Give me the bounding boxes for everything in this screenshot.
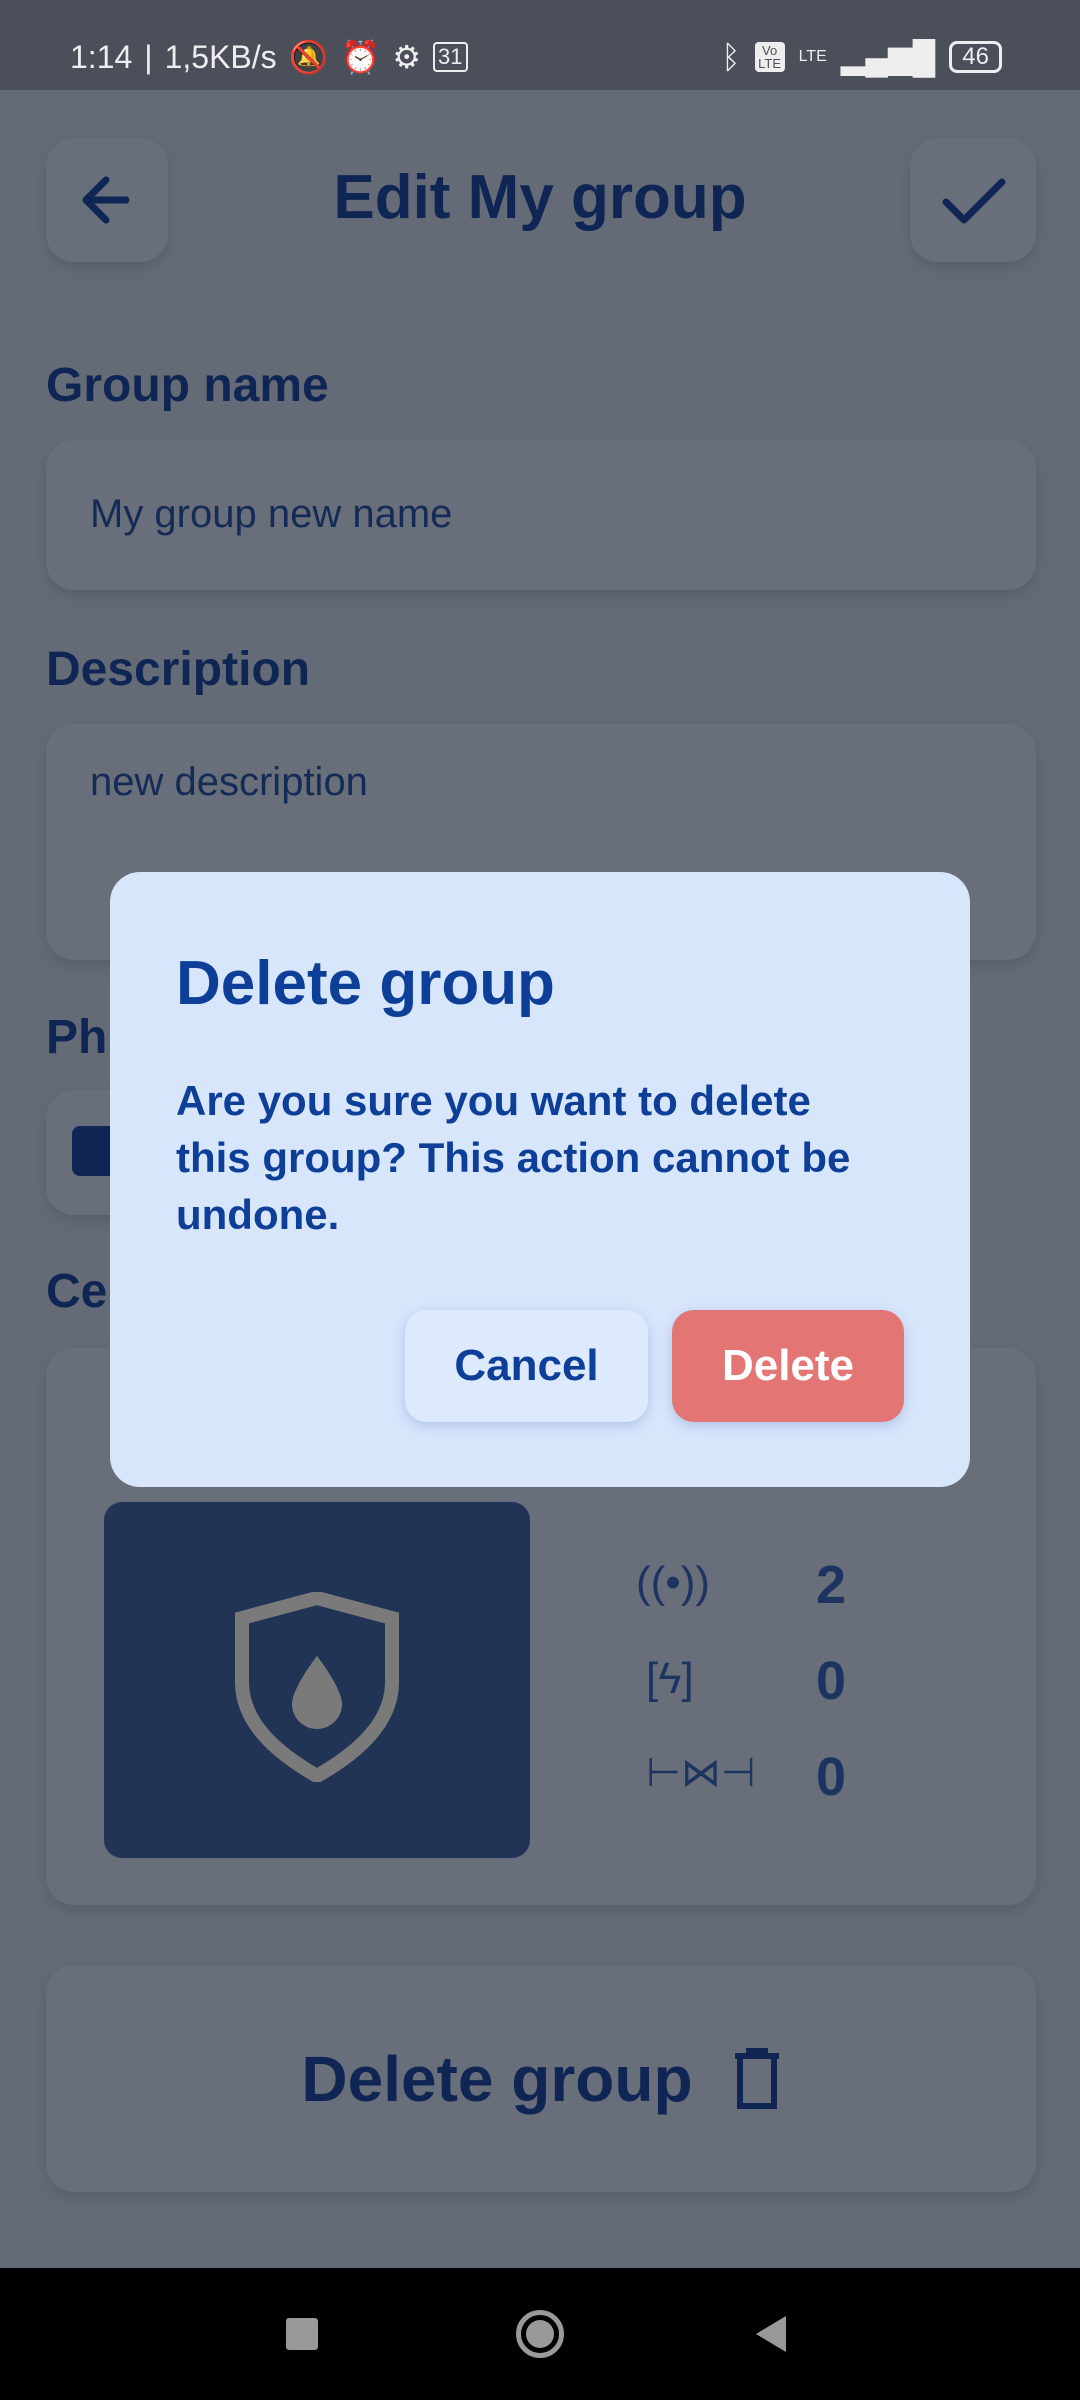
separator: | <box>144 38 153 75</box>
volte-icon: Vo LTE <box>754 42 785 72</box>
shield-drop-icon <box>235 1592 399 1782</box>
signal-icon: ▂▄▆█ <box>840 39 936 75</box>
delete-group-label: Delete group <box>301 2042 693 2115</box>
photo-label: Ph <box>46 1011 108 1064</box>
group-name-value: My group new name <box>90 492 453 536</box>
cancel-button[interactable]: Cancel <box>405 1310 648 1422</box>
save-button[interactable] <box>910 138 1036 262</box>
check-icon <box>942 178 1006 224</box>
battery-icon: 46 <box>949 41 1002 73</box>
description-label: Description <box>46 643 311 696</box>
alarm-icon: ⏰ <box>340 39 381 75</box>
navigation-bar <box>0 2268 1080 2400</box>
confirm-delete-button[interactable]: Delete <box>672 1310 904 1422</box>
trash-icon <box>734 2047 779 2109</box>
calendar-icon: 31 <box>433 42 468 72</box>
battery-charging-icon: [ϟ] <box>646 1654 694 1703</box>
dialog-message: Are you sure you want to delete this gro… <box>176 1077 851 1238</box>
description-value: new description <box>90 760 368 804</box>
sensor-icon: ((•)) <box>636 1558 711 1607</box>
home-button[interactable] <box>516 2310 564 2358</box>
leak-count: 0 <box>816 1747 847 1807</box>
sensor-count: 2 <box>816 1555 847 1615</box>
group-name-input[interactable]: My group new name <box>46 440 1036 590</box>
valve-leak-icon: ⊢⋈⊣ <box>646 1751 756 1795</box>
settings-icon: ⚙ <box>392 39 422 75</box>
delete-group-button[interactable]: Delete group <box>46 1965 1036 2192</box>
bluetooth-icon: ᛒ <box>721 38 741 75</box>
back-nav-button[interactable] <box>756 2316 786 2352</box>
mute-icon: 🔕 <box>288 39 329 75</box>
group-name-label: Group name <box>46 359 329 412</box>
dialog-title: Delete group <box>176 949 555 1018</box>
status-time: 1:14 <box>70 38 133 75</box>
center-label: Ce <box>46 1265 108 1318</box>
battery-count: 0 <box>816 1651 847 1711</box>
delete-group-dialog: Delete group Are you sure you want to de… <box>110 872 970 1487</box>
network-type: LTE <box>798 48 827 65</box>
center-image <box>104 1502 530 1858</box>
status-bar: 1:14 | 1,5KB/s 🔕 ⏰ ⚙ 31 ᛒ Vo LTE LTE ▂▄▆█… <box>0 0 1080 90</box>
network-speed: 1,5KB/s <box>164 38 277 75</box>
recents-button[interactable] <box>286 2318 318 2350</box>
